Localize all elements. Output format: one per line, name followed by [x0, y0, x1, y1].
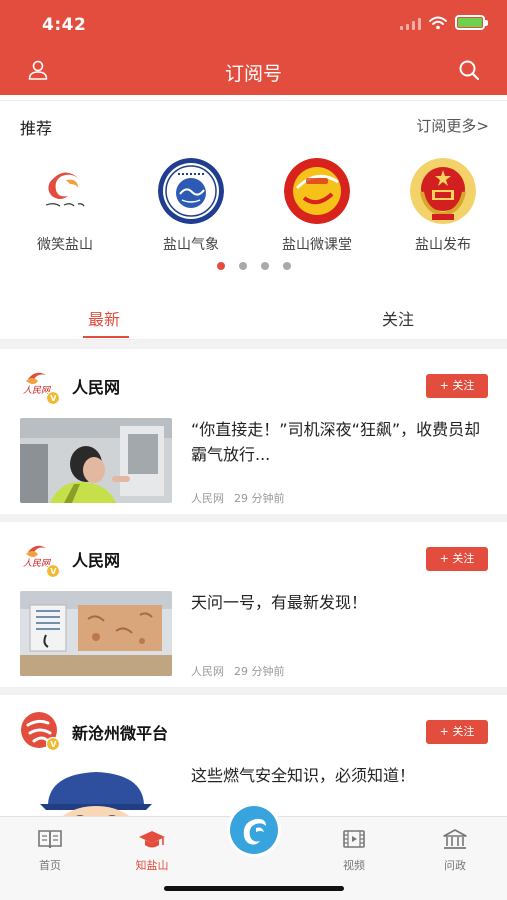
weather-bureau-seal: [158, 158, 224, 224]
page-dot[interactable]: [238, 262, 247, 270]
tab-know-yanshan[interactable]: 知盐山: [122, 827, 182, 873]
feed-card[interactable]: 人民网 V 人民网 + 关注: [0, 522, 507, 687]
active-tab-underline: [83, 336, 129, 338]
status-time: 4:42: [42, 15, 87, 35]
page-dot[interactable]: [260, 262, 269, 270]
tab-home[interactable]: 首页: [20, 827, 80, 873]
source-name[interactable]: 人民网: [72, 374, 120, 398]
center-logo-icon: [230, 806, 278, 854]
tab-video[interactable]: 视频: [324, 827, 384, 873]
news-title[interactable]: “你直接走！”司机深夜“狂飙”，收费员却霸气放行...: [191, 417, 491, 467]
tab-label: 视频: [343, 859, 365, 872]
recommend-header: 推荐 订阅更多>: [0, 100, 507, 146]
meta-time: 29 分钟前: [234, 665, 285, 678]
news-title[interactable]: 天问一号，有最新发现！: [191, 590, 491, 615]
meta-source: 人民网: [191, 665, 224, 678]
xin-cangzhou-logo: V: [20, 711, 61, 752]
page-title: 订阅号: [224, 63, 282, 85]
feed-card[interactable]: 人民网 V 人民网 + 关注: [0, 349, 507, 514]
tab-label: 首页: [39, 859, 61, 872]
battery-icon: [455, 15, 488, 30]
source-name[interactable]: 人民网: [72, 547, 120, 571]
national-emblem: [410, 158, 476, 224]
home-indicator[interactable]: [164, 886, 344, 891]
svg-text:V: V: [50, 394, 57, 403]
recommend-item[interactable]: 盐山发布: [388, 158, 498, 254]
recommend-item-name: 盐山气象: [163, 237, 219, 253]
smile-yanshan-logo: [32, 158, 98, 224]
follow-button[interactable]: + 关注: [426, 374, 488, 398]
follow-button[interactable]: + 关注: [426, 547, 488, 571]
feed-tabs: 最新 关注: [0, 296, 507, 340]
recommend-item[interactable]: 盐山气象: [136, 158, 246, 254]
news-meta: 人民网 29 分钟前: [191, 663, 285, 679]
tab-political-inquiry[interactable]: 问政: [425, 827, 485, 873]
source-name[interactable]: 新沧州微平台: [72, 720, 168, 744]
svg-text:人民网: 人民网: [23, 558, 51, 569]
svg-text:人民网: 人民网: [23, 385, 51, 396]
meta-time: 29 分钟前: [234, 492, 285, 505]
top-header: 4:42 订阅号: [0, 0, 507, 95]
recommend-item-name: 盐山发布: [415, 237, 471, 253]
tab-label: 知盐山: [135, 859, 169, 872]
people-daily-logo: 人民网 V: [20, 365, 61, 406]
recommend-title: 推荐: [20, 119, 53, 138]
recommend-item-name: 盐山微课堂: [282, 237, 352, 253]
micro-classroom-logo: [284, 158, 350, 224]
mars-model-photo[interactable]: [20, 591, 172, 676]
news-meta: 人民网 29 分钟前: [191, 490, 285, 506]
status-icons: [400, 15, 488, 30]
page-dot[interactable]: [282, 262, 291, 270]
feed-divider: [0, 340, 507, 349]
cellular-signal-icon: [400, 16, 421, 30]
tab-following[interactable]: 关注: [382, 306, 414, 330]
app-screen: 4:42 订阅号 推荐 订阅更多> 微笑盐山 盐山气象 盐山微课堂 盐山发布 最…: [0, 0, 507, 900]
subscribe-more-link[interactable]: 订阅更多>: [416, 115, 489, 136]
svg-text:V: V: [50, 567, 57, 576]
center-logo-button[interactable]: [227, 803, 281, 857]
news-title[interactable]: 这些燃气安全知识，必须知道！: [191, 763, 491, 788]
meta-source: 人民网: [191, 492, 224, 505]
book-icon: [38, 830, 62, 849]
wifi-icon: [429, 16, 447, 29]
follow-button[interactable]: + 关注: [426, 720, 488, 744]
recommend-item-name: 微笑盐山: [37, 237, 93, 253]
battery-fill: [458, 18, 482, 27]
svg-text:V: V: [50, 740, 57, 749]
search-icon[interactable]: [457, 58, 481, 82]
graduation-cap-icon: [139, 831, 165, 848]
government-building-icon: [443, 829, 467, 849]
toll-booth-photo[interactable]: [20, 418, 172, 503]
film-icon: [343, 830, 365, 848]
carousel-page-indicator: [0, 262, 507, 270]
recommend-item[interactable]: 盐山微课堂: [262, 158, 372, 254]
page-dot[interactable]: [216, 262, 225, 270]
tab-latest[interactable]: 最新: [88, 306, 120, 330]
recommend-item[interactable]: 微笑盐山: [10, 158, 120, 254]
recommend-list: 微笑盐山 盐山气象 盐山微课堂 盐山发布: [0, 146, 507, 256]
tab-label: 问政: [444, 859, 466, 872]
people-daily-logo: 人民网 V: [20, 538, 61, 579]
